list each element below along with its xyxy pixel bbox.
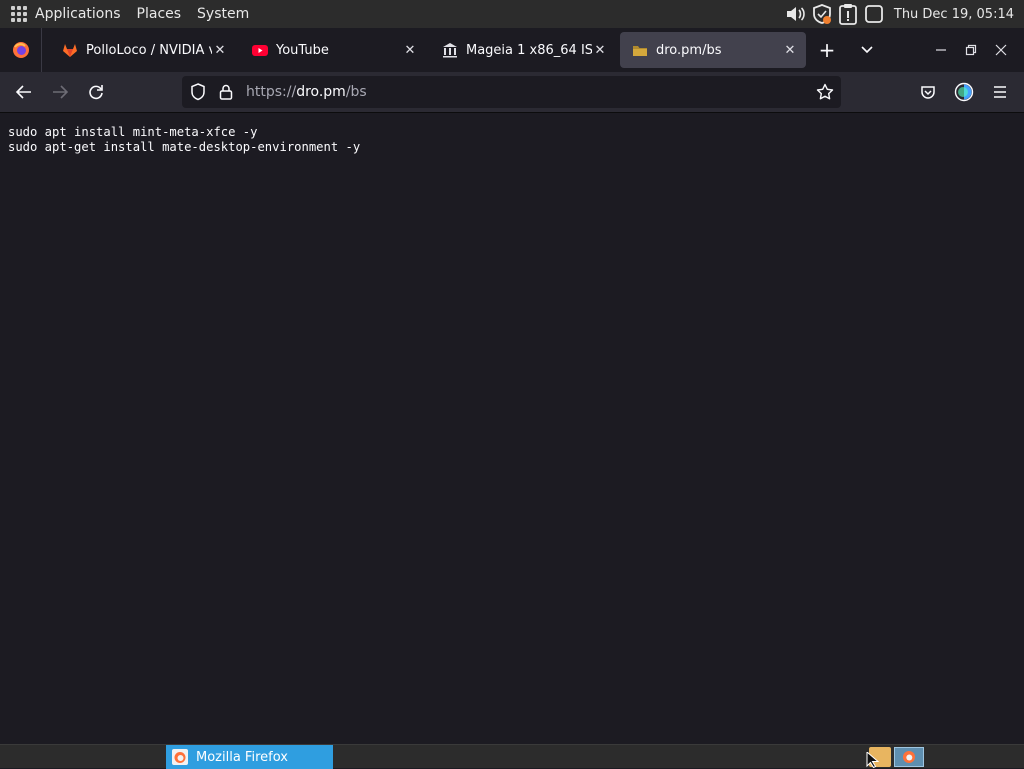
window-controls: [926, 28, 1024, 72]
close-tab-icon[interactable]: ✕: [782, 42, 798, 58]
url-prefix: https://: [246, 84, 297, 100]
panel-menu: Applications Places System: [0, 0, 257, 28]
close-tab-icon[interactable]: ✕: [212, 42, 228, 58]
system-tray: Thu Dec 19, 05:14: [784, 0, 1024, 28]
minimize-icon[interactable]: [926, 35, 956, 65]
top-panel: Applications Places System Thu Dec 19, 0…: [0, 0, 1024, 28]
tab-mageia[interactable]: Mageia 1 x86_64 ISO ✕: [430, 32, 616, 68]
page-text: sudo apt install mint-meta-xfce -y sudo …: [8, 125, 361, 154]
archive-icon: [442, 42, 458, 58]
tab-title: PolloLoco / NVIDIA vG: [86, 42, 212, 58]
toolbar-right-buttons: [908, 76, 1016, 108]
apps-grid-icon[interactable]: [11, 6, 27, 22]
firefox-view-icon[interactable]: [0, 28, 42, 72]
firefox-icon: [172, 749, 188, 765]
url-domain: dro.pm: [296, 84, 346, 100]
shield-update-icon[interactable]: [810, 2, 834, 26]
lock-icon[interactable]: [216, 82, 236, 102]
list-all-tabs-chevron-icon[interactable]: [852, 32, 882, 68]
restore-icon[interactable]: [956, 35, 986, 65]
tab-gitlab[interactable]: PolloLoco / NVIDIA vG ✕: [50, 32, 236, 68]
tab-title: Mageia 1 x86_64 ISO: [466, 42, 592, 58]
menu-system[interactable]: System: [189, 0, 257, 28]
tracking-shield-icon[interactable]: [188, 82, 208, 102]
forward-arrow-icon[interactable]: [44, 76, 76, 108]
tab-youtube[interactable]: YouTube ✕: [240, 32, 426, 68]
close-tab-icon[interactable]: ✕: [592, 42, 608, 58]
url-path: /bs: [345, 84, 367, 100]
folder-icon: [632, 42, 648, 58]
tab-title: YouTube: [276, 42, 329, 58]
taskbar-firefox-button[interactable]: Mozilla Firefox: [166, 745, 333, 769]
close-tab-icon[interactable]: ✕: [402, 42, 418, 58]
tab-strip: PolloLoco / NVIDIA vG ✕ YouTube ✕ Mageia…: [0, 28, 1024, 72]
youtube-icon: [252, 42, 268, 58]
workspace-2[interactable]: [894, 747, 924, 767]
back-arrow-icon[interactable]: [8, 76, 40, 108]
url-text[interactable]: https://dro.pm/bs: [246, 84, 367, 100]
mouse-cursor-icon: [866, 752, 880, 768]
menu-applications[interactable]: Applications: [27, 0, 129, 28]
menu-places[interactable]: Places: [129, 0, 190, 28]
tab-title: dro.pm/bs: [656, 42, 722, 58]
gitlab-icon: [62, 42, 78, 58]
reload-icon[interactable]: [80, 76, 112, 108]
close-window-icon[interactable]: [986, 35, 1016, 65]
clipboard-alert-icon[interactable]: [836, 2, 860, 26]
account-icon[interactable]: [948, 76, 980, 108]
window-icon[interactable]: [862, 2, 886, 26]
page-content: sudo apt install mint-meta-xfce -y sudo …: [0, 113, 1024, 743]
clock[interactable]: Thu Dec 19, 05:14: [894, 7, 1014, 22]
taskbar-firefox-label: Mozilla Firefox: [196, 749, 288, 765]
pocket-icon[interactable]: [912, 76, 944, 108]
navigation-toolbar: https://dro.pm/bs: [0, 72, 1024, 113]
bookmark-star-icon[interactable]: [815, 82, 835, 102]
hamburger-menu-icon[interactable]: [984, 76, 1016, 108]
new-tab-button[interactable]: +: [812, 32, 842, 68]
volume-icon[interactable]: [784, 2, 808, 26]
tab-dropm[interactable]: dro.pm/bs ✕: [620, 32, 806, 68]
url-bar[interactable]: https://dro.pm/bs: [182, 76, 841, 108]
